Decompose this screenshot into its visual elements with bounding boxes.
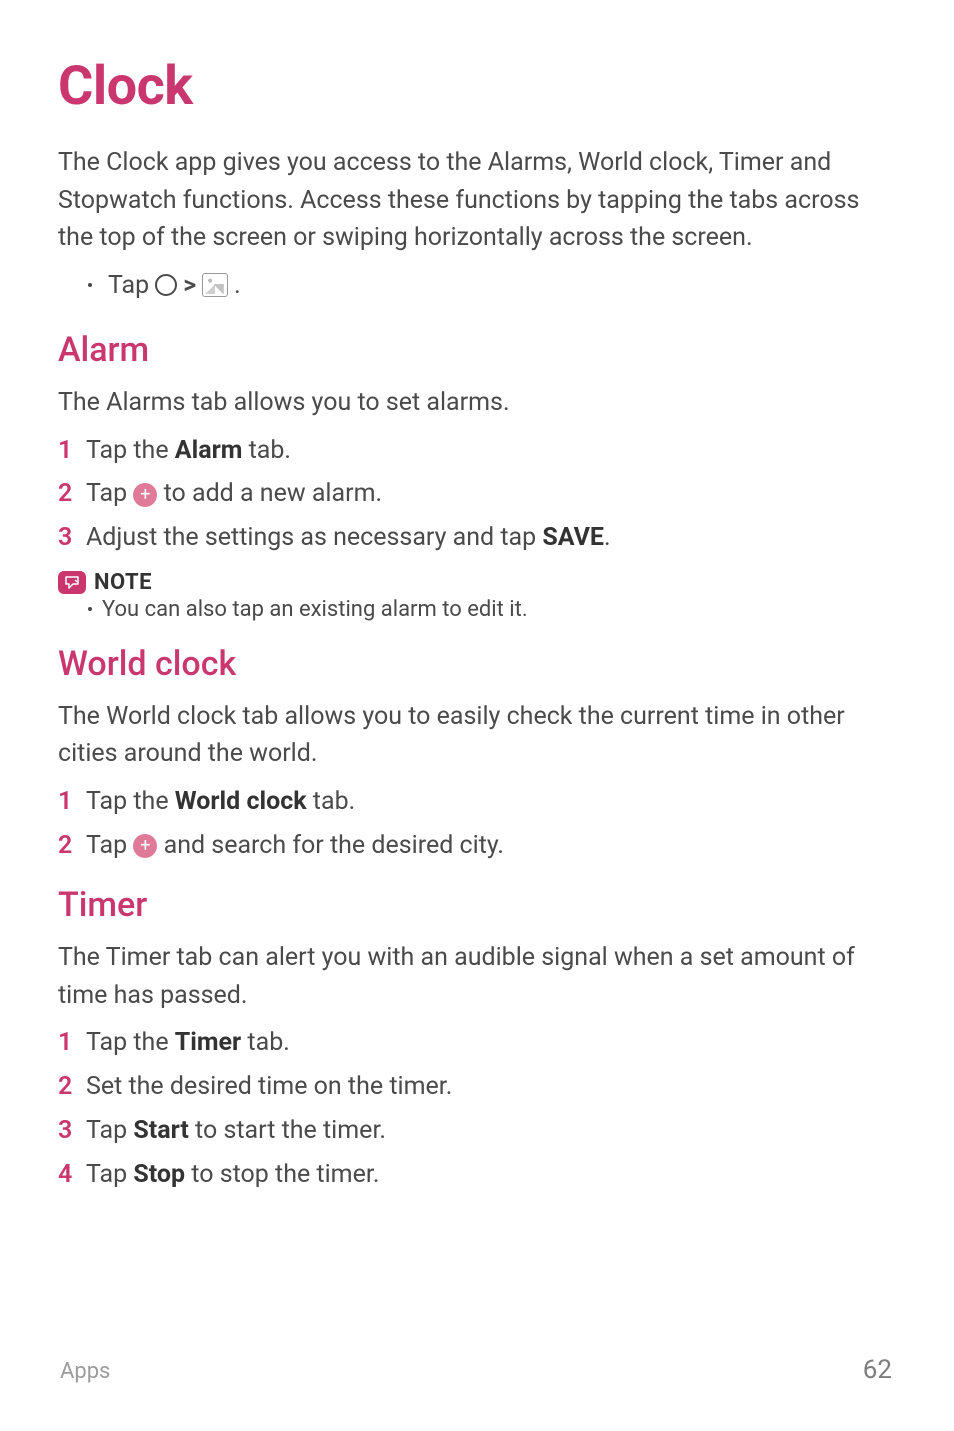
heading-alarm: Alarm xyxy=(58,330,896,370)
step-text: Tap Stop to stop the timer. xyxy=(86,1156,379,1195)
step-row: 2 Tap + to add a new alarm. xyxy=(58,475,896,514)
step-number: 2 xyxy=(58,1068,76,1107)
note-label: NOTE xyxy=(94,570,152,595)
step-number: 3 xyxy=(58,1112,76,1151)
step-number: 4 xyxy=(58,1156,76,1195)
intro-timer: The Timer tab can alert you with an audi… xyxy=(58,939,896,1014)
page-number: 62 xyxy=(863,1355,892,1385)
step-row: 3 Tap Start to start the timer. xyxy=(58,1112,896,1151)
bullet-icon xyxy=(88,283,92,287)
note-text: You can also tap an existing alarm to ed… xyxy=(58,597,896,622)
step-text: Tap + to add a new alarm. xyxy=(86,475,382,514)
intro-paragraph: The Clock app gives you access to the Al… xyxy=(58,144,896,257)
step-number: 1 xyxy=(58,432,76,471)
plus-icon: + xyxy=(133,834,157,858)
plus-icon: + xyxy=(133,483,157,507)
intro-world-clock: The World clock tab allows you to easily… xyxy=(58,698,896,773)
nav-instruction: Tap > . xyxy=(58,267,896,305)
step-row: 1 Tap the World clock tab. xyxy=(58,783,896,822)
step-number: 1 xyxy=(58,1024,76,1063)
heading-timer: Timer xyxy=(58,885,896,925)
section-world-clock: World clock The World clock tab allows y… xyxy=(58,644,896,866)
step-row: 2 Set the desired time on the timer. xyxy=(58,1068,896,1107)
step-number: 2 xyxy=(58,827,76,866)
note-header: NOTE xyxy=(58,570,896,595)
nav-prefix: Tap xyxy=(108,267,149,305)
section-alarm: Alarm The Alarms tab allows you to set a… xyxy=(58,330,896,622)
note-badge-icon xyxy=(58,571,86,594)
step-text: Adjust the settings as necessary and tap… xyxy=(86,519,611,558)
step-text: Tap the Timer tab. xyxy=(86,1024,290,1063)
app-picture-icon xyxy=(202,273,228,297)
intro-alarm: The Alarms tab allows you to set alarms. xyxy=(58,384,896,422)
step-number: 3 xyxy=(58,519,76,558)
step-text: Tap the Alarm tab. xyxy=(86,432,291,471)
step-text: Tap + and search for the desired city. xyxy=(86,827,504,866)
step-row: 2 Tap + and search for the desired city. xyxy=(58,827,896,866)
home-circle-icon xyxy=(155,274,177,296)
step-text: Tap the World clock tab. xyxy=(86,783,355,822)
footer-section-label: Apps xyxy=(60,1359,110,1384)
nav-period: . xyxy=(234,267,241,305)
step-text: Tap Start to start the timer. xyxy=(86,1112,386,1151)
heading-world-clock: World clock xyxy=(58,644,896,684)
section-timer: Timer The Timer tab can alert you with a… xyxy=(58,885,896,1194)
step-row: 4 Tap Stop to stop the timer. xyxy=(58,1156,896,1195)
bullet-icon xyxy=(88,607,92,611)
step-row: 1 Tap the Timer tab. xyxy=(58,1024,896,1063)
step-row: 1 Tap the Alarm tab. xyxy=(58,432,896,471)
step-text: Set the desired time on the timer. xyxy=(86,1068,452,1107)
step-number: 1 xyxy=(58,783,76,822)
page-footer: Apps 62 xyxy=(60,1355,892,1385)
step-number: 2 xyxy=(58,475,76,514)
chevron-right-icon: > xyxy=(183,267,196,305)
page-title: Clock xyxy=(58,55,896,118)
step-row: 3 Adjust the settings as necessary and t… xyxy=(58,519,896,558)
